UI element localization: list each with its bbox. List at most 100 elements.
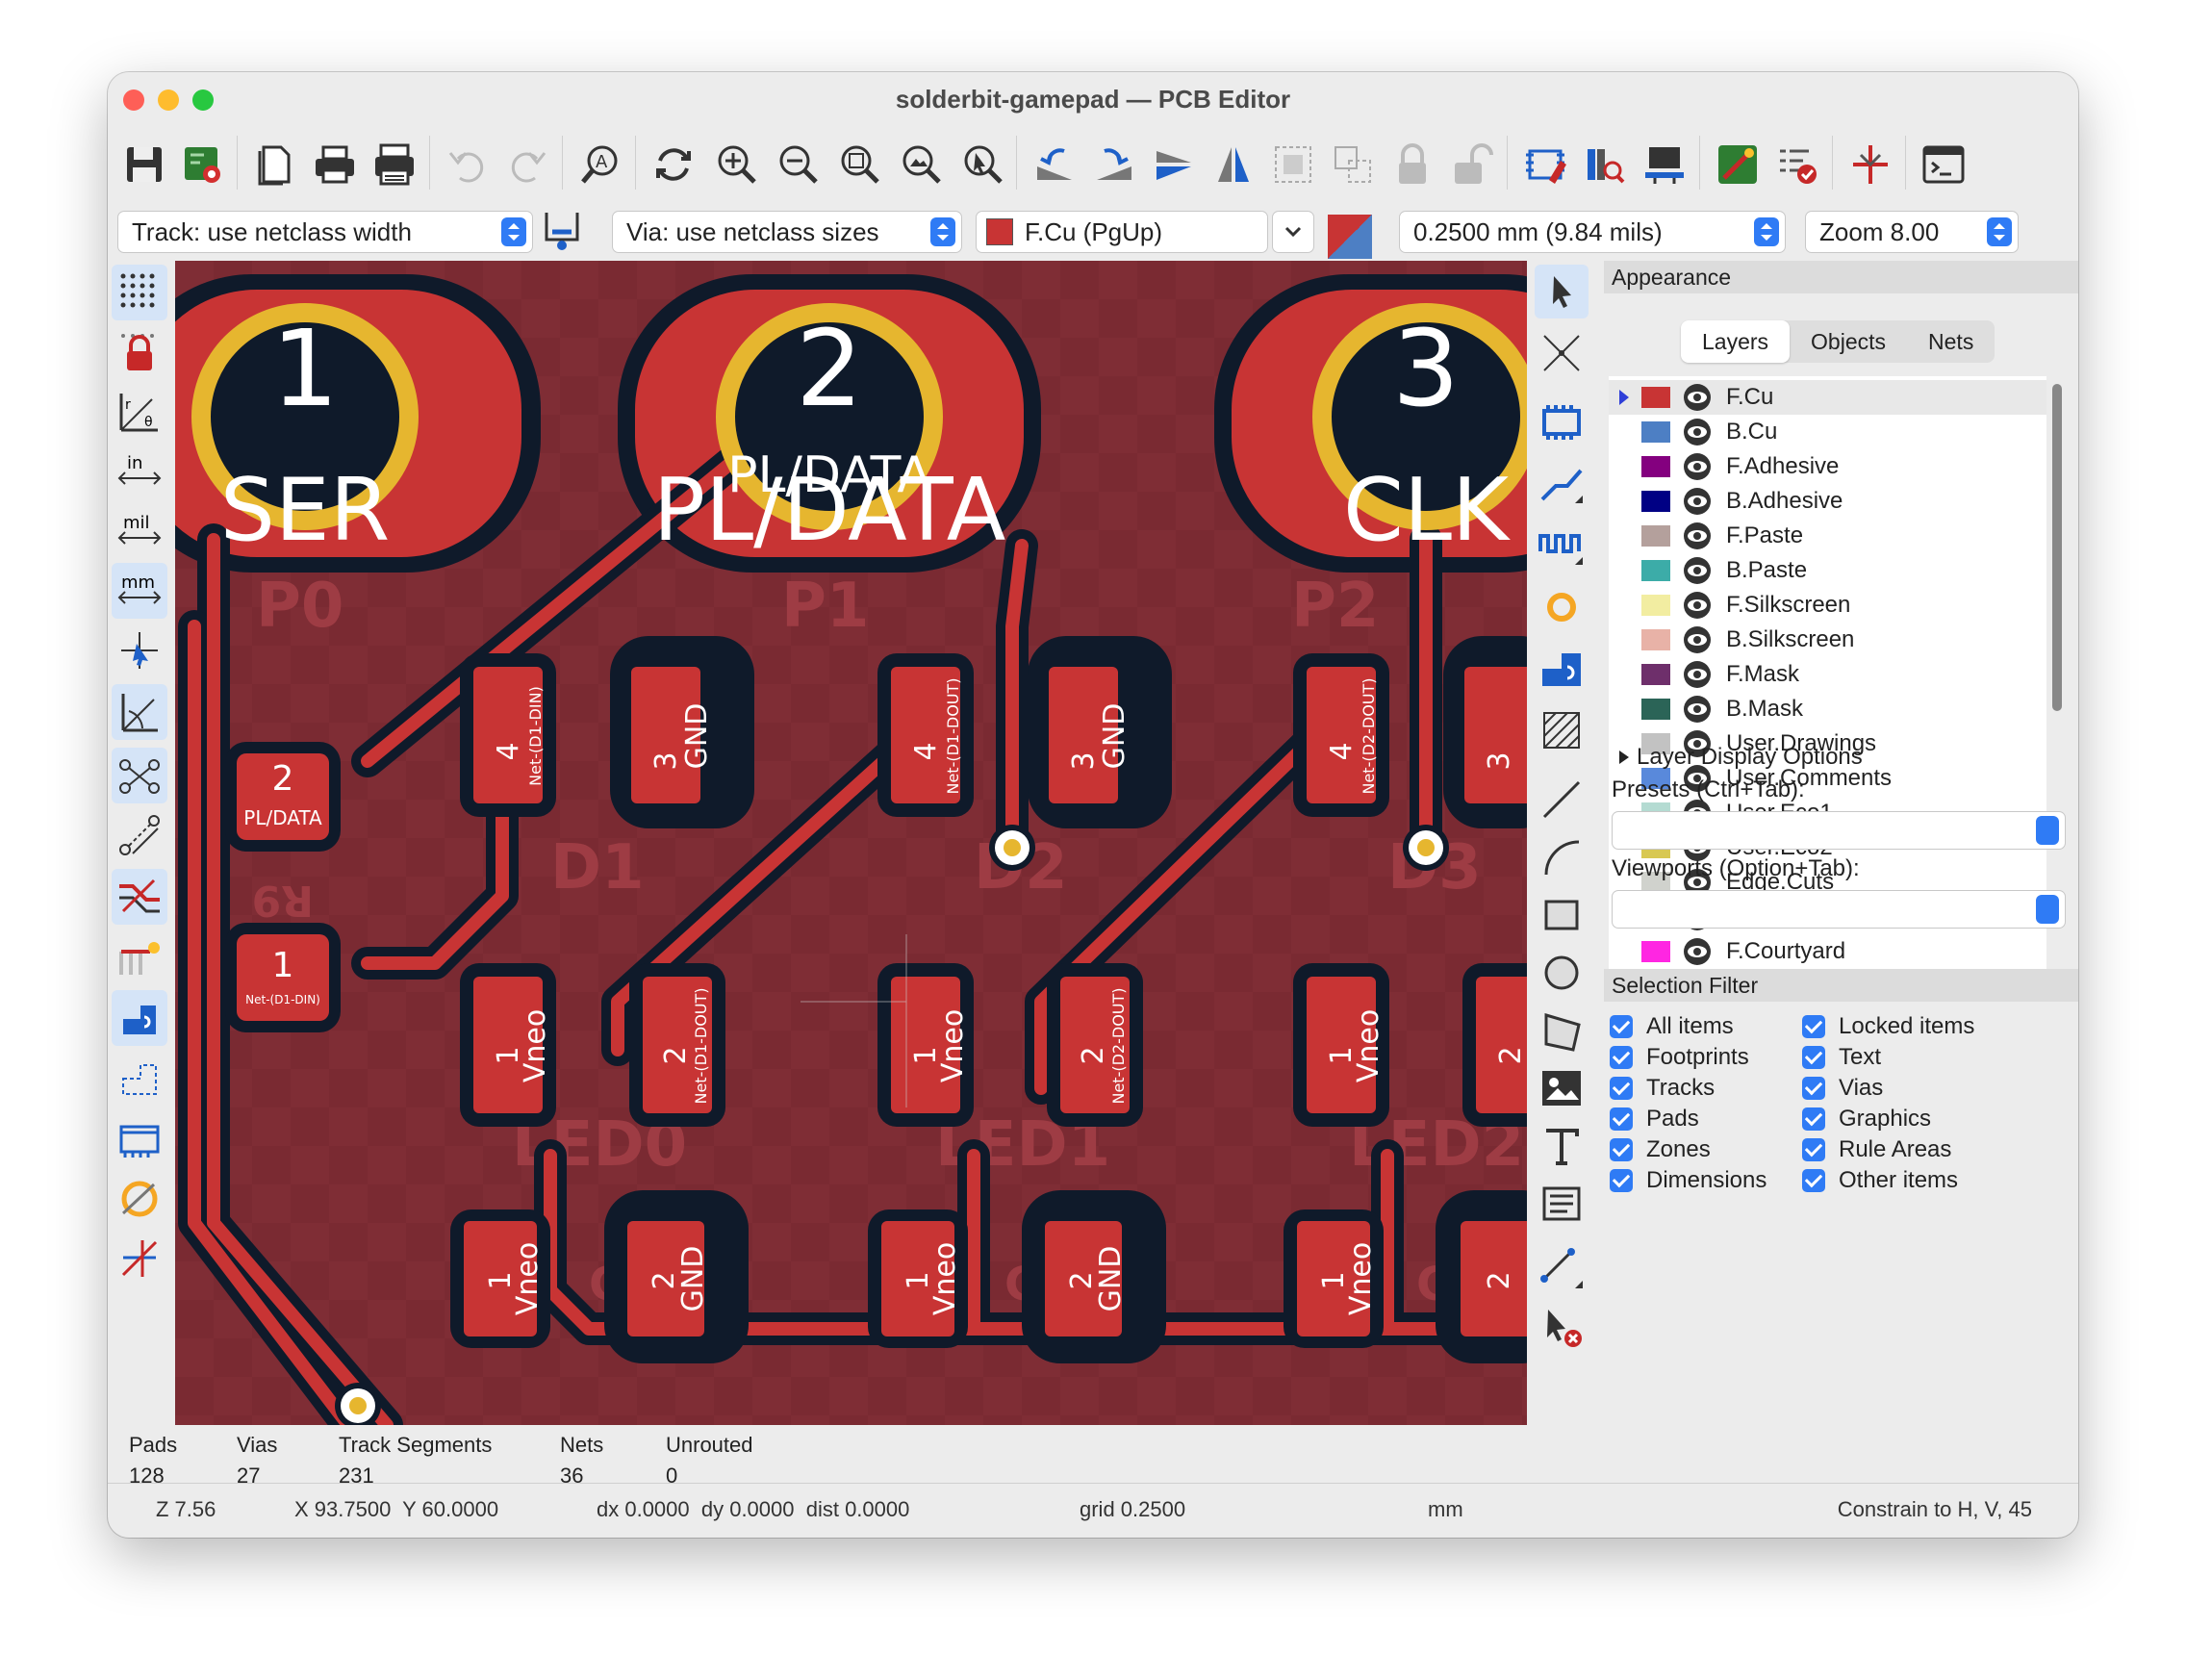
grid-lock-icon[interactable] (112, 324, 167, 380)
layer-color-swatch[interactable] (1641, 664, 1670, 685)
net-colors-icon[interactable] (112, 869, 167, 925)
update-pcb-icon[interactable] (1638, 138, 1691, 191)
eye-icon[interactable] (1682, 936, 1713, 967)
tab-nets[interactable]: Nets (1907, 320, 1995, 363)
ungroup-icon[interactable] (1326, 138, 1380, 191)
viewports-select[interactable] (1612, 890, 2066, 929)
layer-display-options[interactable]: Layer Display Options (1617, 744, 1863, 771)
draw-line-icon[interactable] (1535, 773, 1589, 827)
add-footprint-icon[interactable] (1535, 395, 1589, 449)
add-rule-area-icon[interactable] (1535, 703, 1589, 757)
filter-checkbox[interactable]: Tracks (1610, 1075, 1715, 1102)
layer-pair-icon[interactable] (1328, 215, 1372, 259)
zoom-selection-icon[interactable] (954, 138, 1008, 191)
layer-row[interactable]: B.Mask (1609, 692, 2046, 726)
active-layer-select[interactable]: F.Cu (PgUp) (976, 211, 1268, 253)
layer-row[interactable]: F.Cu (1609, 380, 2046, 415)
layer-row[interactable]: F.Courtyard (1609, 934, 2046, 969)
find-icon[interactable]: A (573, 138, 627, 191)
pad-display-icon[interactable] (112, 1111, 167, 1167)
via-display-icon[interactable] (112, 1171, 167, 1227)
filter-checkbox[interactable]: Zones (1610, 1136, 1711, 1163)
schematic-icon[interactable] (1843, 138, 1897, 191)
eye-icon[interactable] (1682, 451, 1713, 482)
presets-select[interactable] (1612, 811, 2066, 850)
mirror-v-icon[interactable] (1147, 138, 1201, 191)
layer-row[interactable]: F.Mask (1609, 657, 2046, 692)
filter-checkbox[interactable]: Locked items (1802, 1013, 1974, 1040)
layer-color-swatch[interactable] (1641, 941, 1670, 962)
units-mil-icon[interactable]: mil (112, 503, 167, 559)
close-window-button[interactable] (123, 89, 144, 111)
eye-icon[interactable] (1682, 521, 1713, 551)
eye-icon[interactable] (1682, 624, 1713, 655)
eye-icon[interactable] (1682, 486, 1713, 517)
filter-checkbox[interactable]: Rule Areas (1802, 1136, 1951, 1163)
mirror-h-icon[interactable] (1207, 138, 1260, 191)
filter-checkbox[interactable]: Footprints (1610, 1044, 1749, 1071)
eye-icon[interactable] (1682, 659, 1713, 690)
footprint-browser-icon[interactable] (1578, 138, 1632, 191)
local-ratsnest-icon[interactable] (1535, 326, 1589, 380)
add-via-icon[interactable] (1535, 580, 1589, 634)
save-icon[interactable] (117, 138, 171, 191)
plot-icon[interactable] (368, 138, 421, 191)
highlight-net-icon[interactable] (112, 1231, 167, 1286)
undo-icon[interactable] (441, 138, 495, 191)
grid-toggle-icon[interactable] (112, 265, 167, 320)
track-width-select[interactable]: Track: use netclass width (117, 211, 533, 253)
zoom-window-button[interactable] (192, 89, 214, 111)
layer-row[interactable]: F.Adhesive (1609, 449, 2046, 484)
add-textbox-icon[interactable] (1535, 1177, 1589, 1231)
layer-color-swatch[interactable] (1641, 456, 1670, 477)
filter-checkbox[interactable]: Other items (1802, 1167, 1958, 1194)
add-image-icon[interactable] (1535, 1061, 1589, 1115)
zoom-out-icon[interactable] (770, 138, 824, 191)
lock-icon[interactable] (1385, 138, 1439, 191)
draw-rectangle-icon[interactable] (1535, 888, 1589, 942)
add-dimension-icon[interactable] (1535, 1242, 1589, 1296)
curved-ratsnest-icon[interactable] (112, 807, 167, 863)
filter-checkbox[interactable]: Pads (1610, 1106, 1699, 1133)
page-settings-icon[interactable] (248, 138, 302, 191)
rotate-ccw-icon[interactable] (1028, 138, 1081, 191)
layer-color-swatch[interactable] (1641, 491, 1670, 512)
group-icon[interactable] (1266, 138, 1320, 191)
grid-size-select[interactable]: 0.2500 mm (9.84 mils) (1399, 211, 1786, 253)
zone-fill-icon[interactable] (112, 990, 167, 1046)
console-icon[interactable] (1917, 138, 1970, 191)
eye-icon[interactable] (1682, 417, 1713, 447)
layer-color-swatch[interactable] (1641, 525, 1670, 547)
route-track-icon[interactable] (1535, 457, 1589, 511)
draw-circle-icon[interactable] (1535, 946, 1589, 1000)
layer-row[interactable]: B.Adhesive (1609, 484, 2046, 519)
layer-row[interactable]: F.Paste (1609, 519, 2046, 553)
zoom-select[interactable]: Zoom 8.00 (1805, 211, 2019, 253)
track-width-toggle-icon[interactable] (537, 205, 587, 255)
minimize-window-button[interactable] (158, 89, 179, 111)
select-tool-icon[interactable] (1535, 265, 1589, 318)
filter-checkbox[interactable]: Dimensions (1610, 1167, 1767, 1194)
filter-checkbox[interactable]: Vias (1802, 1075, 1883, 1102)
track-display-icon[interactable] (112, 929, 167, 984)
scripting-icon[interactable] (1711, 138, 1765, 191)
zoom-in-icon[interactable] (708, 138, 762, 191)
layer-color-swatch[interactable] (1641, 387, 1670, 408)
filter-checkbox[interactable]: Text (1802, 1044, 1881, 1071)
cursor-crosshair-icon[interactable] (112, 623, 167, 678)
layer-color-swatch[interactable] (1641, 699, 1670, 720)
layer-dropdown-button[interactable] (1272, 211, 1314, 253)
layer-color-swatch[interactable] (1641, 421, 1670, 443)
print-icon[interactable] (308, 138, 362, 191)
layer-row[interactable]: F.Silkscreen (1609, 588, 2046, 623)
eye-icon[interactable] (1682, 382, 1713, 413)
zone-outline-icon[interactable] (112, 1050, 167, 1106)
zoom-fit-icon[interactable] (831, 138, 885, 191)
layer-row[interactable]: B.Silkscreen (1609, 623, 2046, 657)
filter-checkbox[interactable]: Graphics (1802, 1106, 1931, 1133)
eye-icon[interactable] (1682, 694, 1713, 725)
tune-length-icon[interactable] (1535, 519, 1589, 573)
draw-polygon-icon[interactable] (1535, 1004, 1589, 1057)
add-zone-icon[interactable] (1535, 642, 1589, 696)
layer-color-swatch[interactable] (1641, 560, 1670, 581)
